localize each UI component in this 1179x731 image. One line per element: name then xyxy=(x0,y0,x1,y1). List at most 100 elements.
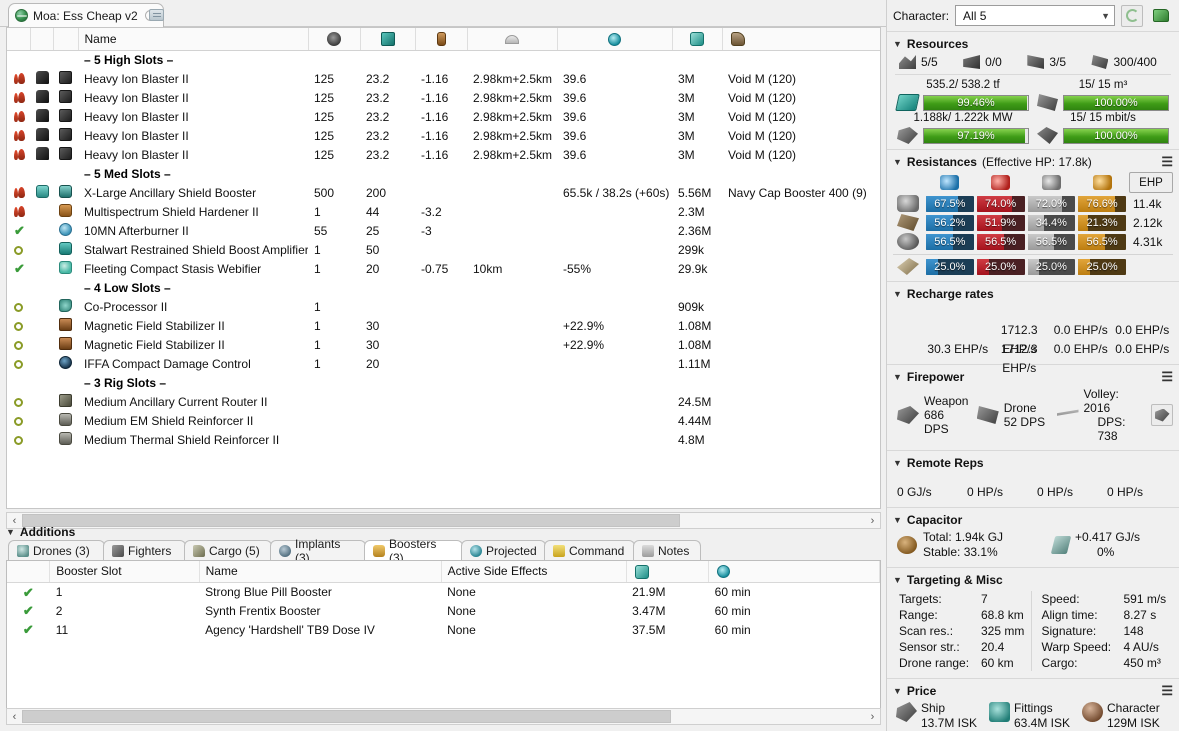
module-ammo[interactable] xyxy=(722,259,880,278)
additions-tab-drones[interactable]: Drones (3) xyxy=(8,540,105,560)
afterburner-icon[interactable] xyxy=(59,222,72,236)
module-charge-cell[interactable] xyxy=(30,221,53,240)
additions-tab-projected[interactable]: Projected xyxy=(461,540,546,560)
module-state-cell[interactable] xyxy=(7,88,30,107)
module-type-cell[interactable] xyxy=(53,202,78,221)
module-type-cell[interactable] xyxy=(53,221,78,240)
module-state-cell[interactable] xyxy=(7,411,30,430)
module-state-cell[interactable] xyxy=(7,126,30,145)
ehp-toggle-button[interactable]: EHP xyxy=(1129,172,1173,193)
module-charge-cell[interactable] xyxy=(30,145,53,164)
additions-hscrollbar[interactable]: ‹ › xyxy=(6,708,881,725)
col-booster-effects[interactable]: Active Side Effects xyxy=(441,561,627,583)
magnetic-field-stabilizer-icon[interactable] xyxy=(59,336,72,350)
add-scroll-thumb[interactable] xyxy=(22,710,672,723)
module-name[interactable]: Medium Ancillary Current Router II xyxy=(78,392,308,411)
module-charge-cell[interactable] xyxy=(30,69,53,88)
module-charge-cell[interactable] xyxy=(30,202,53,221)
col-ammo[interactable] xyxy=(722,28,880,51)
module-ammo[interactable] xyxy=(722,430,880,449)
module-charge-cell[interactable] xyxy=(30,126,53,145)
booster-state-cell[interactable]: ✔ xyxy=(7,582,50,601)
ammo-icon[interactable] xyxy=(36,127,49,141)
module-row[interactable]: ✔ Fleeting Compact Stasis Webifier 1 20 -0.7… xyxy=(7,259,880,278)
module-row[interactable]: Medium Ancillary Current Router II 24.5M xyxy=(7,392,880,411)
scroll-right-arrow[interactable]: › xyxy=(865,513,880,528)
module-state-cell[interactable] xyxy=(7,69,30,88)
col-booster-price[interactable] xyxy=(626,561,710,583)
module-name[interactable]: Magnetic Field Stabilizer II xyxy=(78,316,308,335)
targeting-header[interactable]: ▼ Targeting & Misc xyxy=(893,571,1173,588)
module-ammo[interactable]: Void M (120) xyxy=(722,126,880,145)
module-type-cell[interactable] xyxy=(53,259,78,278)
col-charge[interactable] xyxy=(30,28,54,51)
overheat-icon[interactable] xyxy=(13,187,26,199)
booster-name[interactable]: Agency 'Hardshell' TB9 Dose IV xyxy=(199,620,441,639)
module-name[interactable]: Co-Processor II xyxy=(78,297,308,316)
module-charge-cell[interactable] xyxy=(30,316,53,335)
col-powergrid[interactable] xyxy=(360,28,416,51)
overheat-icon[interactable] xyxy=(13,111,26,123)
active-icon[interactable]: ✔ xyxy=(13,262,26,275)
overheat-icon[interactable] xyxy=(13,206,26,218)
module-charge-cell[interactable] xyxy=(30,107,53,126)
blaster-icon[interactable] xyxy=(59,146,72,160)
collapse-caret-icon[interactable]: ▼ xyxy=(893,372,902,382)
ammo-icon[interactable] xyxy=(36,108,49,122)
module-type-cell[interactable] xyxy=(53,183,78,202)
col-booster-duration[interactable] xyxy=(708,561,880,583)
col-misc[interactable] xyxy=(557,28,673,51)
blaster-icon[interactable] xyxy=(59,108,72,122)
recharge-header[interactable]: ▼ Recharge rates xyxy=(893,285,1173,302)
module-ammo[interactable] xyxy=(722,221,880,240)
module-row[interactable]: Medium Thermal Shield Reinforcer II 4.8M xyxy=(7,430,880,449)
module-row[interactable]: Medium EM Shield Reinforcer II 4.44M xyxy=(7,411,880,430)
module-name[interactable]: Multispectrum Shield Hardener II xyxy=(78,202,308,221)
module-name[interactable]: Heavy Ion Blaster II xyxy=(78,69,308,88)
offline-icon[interactable] xyxy=(14,435,23,445)
hamburger-menu-icon[interactable]: ☰ xyxy=(1161,684,1173,697)
cap-booster-charge-icon[interactable] xyxy=(36,184,49,198)
active-icon[interactable]: ✔ xyxy=(22,586,35,599)
module-ammo[interactable]: Void M (120) xyxy=(722,107,880,126)
collapse-caret-icon[interactable]: ▼ xyxy=(6,527,15,537)
module-state-cell[interactable]: ✔ xyxy=(7,221,30,240)
remote-reps-header[interactable]: ▼ Remote Reps xyxy=(893,454,1173,471)
module-name[interactable]: Medium EM Shield Reinforcer II xyxy=(78,411,308,430)
col-type[interactable] xyxy=(53,28,79,51)
module-type-cell[interactable] xyxy=(53,107,78,126)
col-range[interactable] xyxy=(467,28,558,51)
shield-amplifier-icon[interactable] xyxy=(59,241,72,255)
module-name[interactable]: Magnetic Field Stabilizer II xyxy=(78,335,308,354)
module-row[interactable]: IFFA Compact Damage Control 1 20 1.11M xyxy=(7,354,880,373)
module-row[interactable]: Magnetic Field Stabilizer II 1 30 +22.9% 1.0… xyxy=(7,316,880,335)
module-name[interactable]: Heavy Ion Blaster II xyxy=(78,126,308,145)
damage-profile-icon[interactable] xyxy=(897,258,919,275)
hamburger-menu-icon[interactable]: ☰ xyxy=(1161,370,1173,383)
module-type-cell[interactable] xyxy=(53,411,78,430)
active-icon[interactable]: ✔ xyxy=(22,604,35,617)
booster-row[interactable]: ✔ 2 Synth Frentix Booster None 3.47M 60 min xyxy=(7,601,880,620)
additions-tab-cargo[interactable]: Cargo (5) xyxy=(184,540,272,560)
fitting-hscrollbar[interactable]: ‹ › xyxy=(6,512,881,529)
module-row[interactable]: Stalwart Restrained Shield Boost Amplifi… xyxy=(7,240,880,259)
ammo-icon[interactable] xyxy=(36,146,49,160)
module-row[interactable]: Heavy Ion Blaster II 125 23.2 -1.16 2.98km+2… xyxy=(7,126,880,145)
module-type-cell[interactable] xyxy=(53,335,78,354)
module-row[interactable]: Magnetic Field Stabilizer II 1 30 +22.9% 1.0… xyxy=(7,335,880,354)
booster-state-cell[interactable]: ✔ xyxy=(7,620,50,639)
active-icon[interactable]: ✔ xyxy=(13,224,26,237)
rig-shield-reinforcer-icon[interactable] xyxy=(59,431,72,445)
module-type-cell[interactable] xyxy=(53,126,78,145)
shield-hardener-icon[interactable] xyxy=(59,203,72,217)
module-name[interactable]: Heavy Ion Blaster II xyxy=(78,88,308,107)
module-name[interactable]: Heavy Ion Blaster II xyxy=(78,145,308,164)
shield-booster-icon[interactable] xyxy=(59,184,72,198)
collapse-caret-icon[interactable]: ▼ xyxy=(893,686,902,696)
booster-state-cell[interactable]: ✔ xyxy=(7,601,50,620)
stasis-webifier-icon[interactable] xyxy=(59,260,72,274)
booster-name[interactable]: Strong Blue Pill Booster xyxy=(199,582,441,601)
col-capacitor[interactable] xyxy=(415,28,468,51)
additions-tab-boosters[interactable]: Boosters (3) xyxy=(364,537,463,565)
offline-icon[interactable] xyxy=(14,302,23,312)
